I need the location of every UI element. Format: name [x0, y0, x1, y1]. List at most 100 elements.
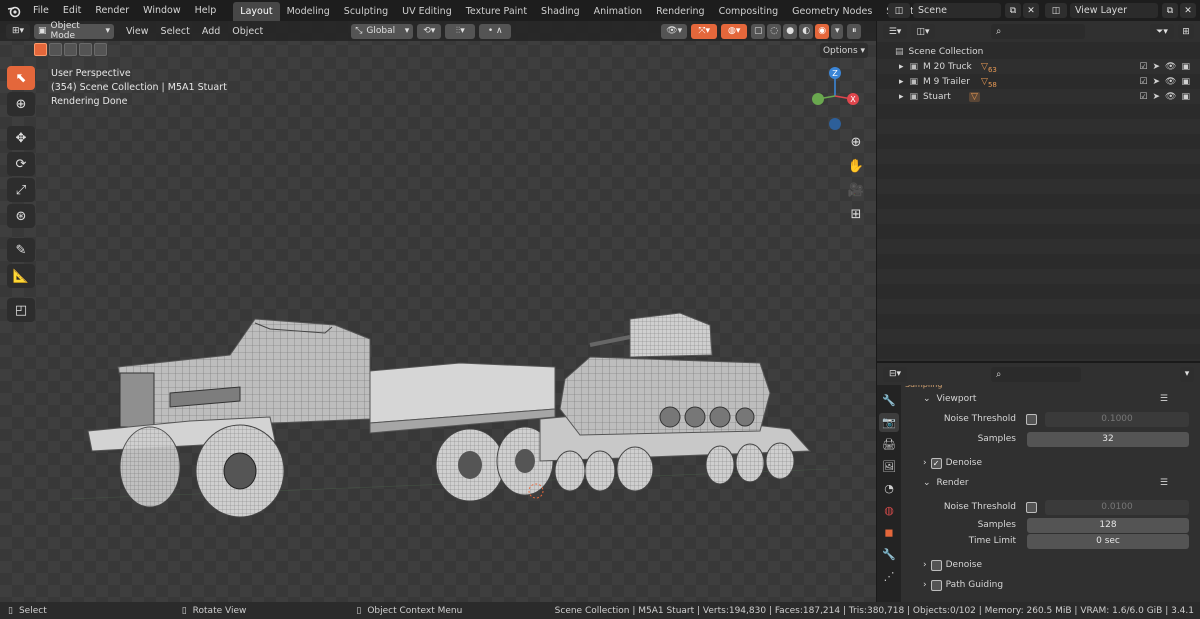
expand-arrow-icon[interactable]: ▸ — [899, 62, 904, 72]
tab-layout[interactable]: Layout — [233, 2, 280, 21]
menu-select[interactable]: Select — [155, 26, 196, 37]
object-tab-icon[interactable]: ◼ — [879, 523, 899, 542]
shading-material-icon[interactable]: ◐ — [799, 23, 814, 39]
tab-uv-editing[interactable]: UV Editing — [395, 2, 459, 21]
eye-icon[interactable]: 👁 — [1165, 77, 1176, 87]
snapping-icon[interactable]: ⫶⫶▾ — [445, 23, 476, 39]
shading-options-icon[interactable]: ▾ — [831, 23, 844, 39]
display-mode-icon[interactable]: ◫▾ — [911, 24, 935, 39]
move-tool-icon[interactable]: ✥ — [7, 126, 35, 150]
tab-animation[interactable]: Animation — [587, 2, 649, 21]
transform-tool-icon[interactable]: ⊛ — [7, 204, 35, 228]
view-layer-duplicate-icon[interactable]: ⧉ — [1162, 3, 1178, 18]
tab-modeling[interactable]: Modeling — [280, 2, 337, 21]
orientation-dropdown[interactable]: ⤡ Global ▾ — [351, 23, 414, 39]
menu-render[interactable]: Render — [88, 0, 136, 21]
selectable-arrow-icon[interactable]: ➤ — [1153, 92, 1161, 102]
exclude-checkbox-icon[interactable]: ☑ — [1139, 77, 1147, 87]
tab-texture-paint[interactable]: Texture Paint — [459, 2, 534, 21]
render-denoise-checkbox[interactable] — [930, 559, 942, 571]
visibility-icon[interactable]: 👁▾ — [661, 23, 688, 39]
world-tab-icon[interactable]: ◍ — [879, 501, 899, 520]
cursor-tool-icon[interactable]: ⊕ — [7, 92, 35, 116]
viewport-denoise-checkbox[interactable]: ✓ — [930, 457, 942, 469]
rotate-tool-icon[interactable]: ⟳ — [7, 152, 35, 176]
exclude-checkbox-icon[interactable]: ☑ — [1139, 92, 1147, 102]
tab-shading[interactable]: Shading — [534, 2, 587, 21]
select-invert-icon[interactable] — [79, 43, 92, 56]
scene-delete-icon[interactable]: ✕ — [1023, 3, 1039, 18]
options-button[interactable]: Options ▾ — [820, 43, 868, 58]
eye-icon[interactable]: 👁 — [1165, 92, 1176, 102]
output-tab-icon[interactable]: 🖨 — [879, 435, 899, 454]
scene-field[interactable]: Scene — [913, 3, 1001, 18]
menu-edit[interactable]: Edit — [56, 0, 88, 21]
menu-view[interactable]: View — [120, 26, 155, 37]
viewport-noise-threshold-checkbox[interactable] — [1026, 413, 1037, 425]
select-extend-icon[interactable] — [49, 43, 62, 56]
outliner-editor-type-icon[interactable]: ☰▾ — [883, 24, 907, 39]
outliner-item-trailer[interactable]: ▸ ▣ M 9 Trailer ▽ 58 ☑ ➤ 👁 ▣ — [877, 74, 1200, 89]
outliner-search-input[interactable]: ⌕ — [991, 24, 1085, 39]
menu-add[interactable]: Add — [196, 26, 226, 37]
render-denoise-subpanel[interactable]: › Denoise — [905, 555, 1196, 575]
select-intersect-icon[interactable] — [94, 43, 107, 56]
particles-tab-icon[interactable]: ⋰ — [879, 567, 899, 586]
menu-object[interactable]: Object — [226, 26, 269, 37]
scale-tool-icon[interactable]: ⤢ — [7, 178, 35, 202]
scene-browse-icon[interactable]: ◫ — [888, 3, 910, 18]
path-guiding-subpanel[interactable]: › Path Guiding — [905, 575, 1196, 595]
view-layer-browse-icon[interactable]: ◫ — [1045, 3, 1067, 18]
add-cube-tool-icon[interactable]: ◰ — [7, 298, 35, 322]
zoom-icon[interactable]: ⊕ — [846, 133, 866, 151]
view-layer-field[interactable]: View Layer — [1070, 3, 1158, 18]
gizmo-toggle-icon[interactable]: ⤧▾ — [691, 23, 718, 39]
properties-options-icon[interactable]: ▾ — [1180, 366, 1194, 382]
mode-dropdown[interactable]: ▣ Object Mode ▾ — [34, 21, 114, 41]
tool-tab-icon[interactable]: 🔧 — [879, 391, 899, 410]
exclude-checkbox-icon[interactable]: ☑ — [1139, 62, 1147, 72]
shading-rendered-icon[interactable]: ◉ — [815, 23, 830, 39]
path-guiding-checkbox[interactable] — [930, 579, 942, 591]
editor-type-icon[interactable]: ⊞▾ — [6, 23, 30, 39]
viewport-panel-header[interactable]: ⌄ Viewport ☰ — [905, 389, 1196, 409]
panel-drag-icon[interactable]: ☰ — [1160, 394, 1168, 404]
menu-help[interactable]: Help — [188, 0, 224, 21]
properties-editor-type-icon[interactable]: ⊟▾ — [883, 366, 907, 382]
selectable-arrow-icon[interactable]: ➤ — [1153, 77, 1161, 87]
xray-icon[interactable]: ▢ — [751, 23, 766, 39]
expand-arrow-icon[interactable]: ▸ — [899, 92, 904, 102]
render-noise-threshold-checkbox[interactable] — [1026, 501, 1037, 513]
camera-icon[interactable]: ▣ — [1181, 62, 1190, 72]
select-subtract-icon[interactable] — [64, 43, 77, 56]
render-time-limit-field[interactable]: 0 sec — [1027, 533, 1189, 549]
render-noise-threshold-field[interactable]: 0.0100 — [1045, 499, 1189, 515]
camera-view-icon[interactable]: 🎥 — [846, 181, 866, 199]
select-box-tool-icon[interactable]: ⬉ — [7, 66, 35, 90]
view-layer-tab-icon[interactable]: 🖼 — [879, 457, 899, 476]
scene-tab-icon[interactable]: ◔ — [879, 479, 899, 498]
tab-geometry-nodes[interactable]: Geometry Nodes — [785, 2, 879, 21]
outliner-item-stuart[interactable]: ▸ ▣ Stuart ▽ ☑ ➤ 👁 ▣ — [877, 89, 1200, 104]
pivot-point-icon[interactable]: ⟲▾ — [417, 23, 442, 39]
camera-icon[interactable]: ▣ — [1181, 92, 1190, 102]
shading-solid-icon[interactable]: ● — [783, 23, 798, 39]
annotate-tool-icon[interactable]: ✎ — [7, 238, 35, 262]
viewport-denoise-subpanel[interactable]: › ✓ Denoise — [905, 453, 1196, 473]
truck-trailer-tank-model[interactable] — [70, 289, 830, 519]
viewport-noise-threshold-field[interactable]: 0.1000 — [1045, 411, 1189, 427]
new-collection-icon[interactable]: ⊞ — [1178, 24, 1194, 39]
select-new-icon[interactable] — [34, 43, 47, 56]
scene-collection-row[interactable]: ▤ Scene Collection — [877, 44, 1200, 59]
view-layer-delete-icon[interactable]: ✕ — [1180, 3, 1196, 18]
modifier-tab-icon[interactable]: 🔧 — [879, 545, 899, 564]
viewport-samples-field[interactable]: 32 — [1027, 431, 1189, 447]
render-tab-icon[interactable]: 📷 — [879, 413, 899, 432]
pause-render-icon[interactable]: ⏸ — [847, 23, 862, 39]
pan-hand-icon[interactable]: ✋ — [846, 157, 866, 175]
tab-rendering[interactable]: Rendering — [649, 2, 712, 21]
selectable-arrow-icon[interactable]: ➤ — [1153, 62, 1161, 72]
overlay-toggle-icon[interactable]: ◍▾ — [721, 23, 748, 39]
render-samples-field[interactable]: 128 — [1027, 517, 1189, 533]
tab-sculpting[interactable]: Sculpting — [337, 2, 395, 21]
